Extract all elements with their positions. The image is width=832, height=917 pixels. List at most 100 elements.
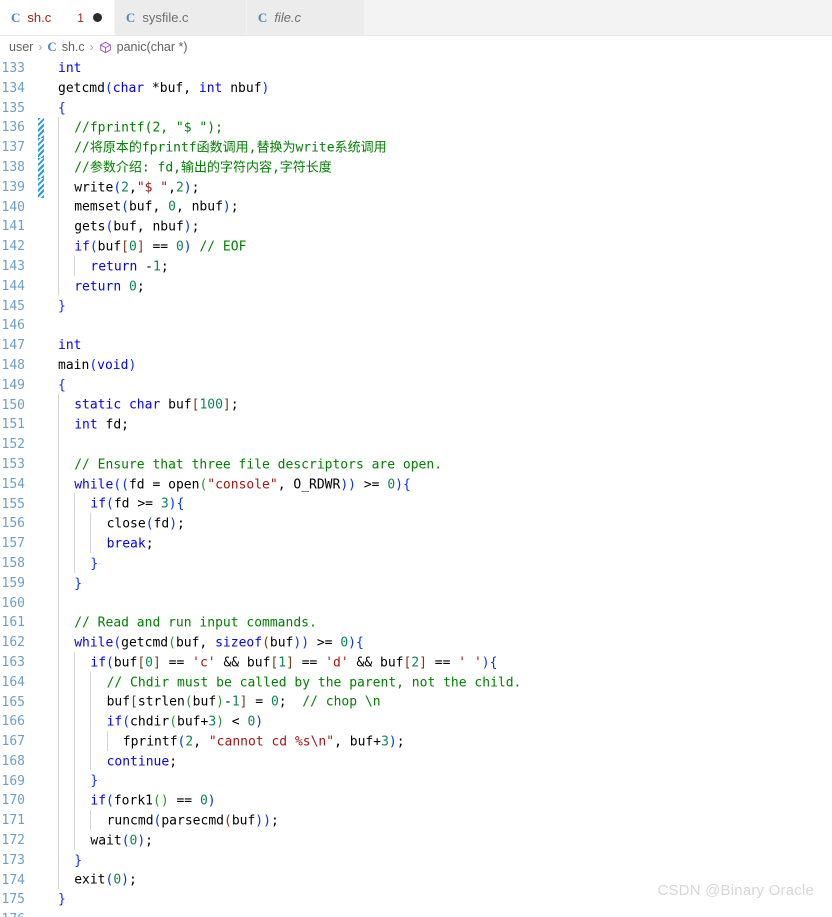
- code-token: open: [168, 476, 200, 492]
- code-line[interactable]: 162 while(getcmd(buf, sizeof(buf)) >= 0){: [0, 631, 832, 653]
- code-line[interactable]: 158}: [0, 552, 832, 574]
- code-line[interactable]: 167 fprintf(2, "cannot cd %s\n", buf+3);: [0, 730, 832, 752]
- code-line[interactable]: 149 {: [0, 376, 832, 396]
- tab-sysfile-c[interactable]: C sysfile.c: [114, 0, 247, 35]
- code-editor[interactable]: 133 int 134 getcmd(char *buf, int nbuf) 135{…: [0, 59, 832, 917]
- breadcrumb-item-symbol[interactable]: panic(char *): [99, 40, 188, 54]
- code-line[interactable]: 151 int fd;: [0, 414, 832, 435]
- code-token: ==: [426, 655, 459, 671]
- code-token: ==: [144, 239, 176, 255]
- line-number: 166: [1, 714, 25, 730]
- tab-file-c[interactable]: C file.c: [246, 0, 365, 35]
- code-line[interactable]: 142 if(buf[0] == 0) // EOF: [0, 235, 832, 257]
- code-token: ): [128, 357, 137, 373]
- indent-guide: [58, 631, 59, 652]
- code-token: chdir: [130, 714, 170, 730]
- code-text: close(fd);: [58, 513, 832, 534]
- code-token: 1: [278, 655, 287, 671]
- watermark: CSDN @Binary Oracle: [657, 882, 814, 899]
- code-line[interactable]: 157 break;: [0, 532, 832, 554]
- tab-dirty-indicator-icon[interactable]: [92, 13, 102, 22]
- code-line[interactable]: 147 int: [0, 336, 832, 356]
- code-token: buf: [113, 655, 138, 671]
- c-file-icon: C: [125, 9, 136, 25]
- breadcrumb-item-user[interactable]: user: [9, 40, 33, 54]
- code-line[interactable]: 148 main(void): [0, 356, 832, 376]
- code-line[interactable]: 137 //将原本的fprintf函数调用,替换为write系统调用: [0, 136, 832, 158]
- code-line[interactable]: 140 memset(buf, 0, nbuf);: [0, 196, 832, 218]
- code-token: (: [106, 496, 114, 512]
- code-line[interactable]: 133 int: [0, 59, 832, 79]
- code-text: }: [58, 297, 832, 317]
- code-line[interactable]: 154 while((fd = open("console", O_RDWR)) …: [0, 473, 832, 495]
- code-text: if(fd >= 3){: [58, 493, 832, 514]
- code-token: //将原本的fprintf函数调用,替换为write系统调用: [74, 140, 387, 156]
- code-token: (: [262, 635, 270, 651]
- code-line[interactable]: 144 return 0;: [0, 275, 832, 297]
- indent-guide: [90, 810, 92, 830]
- code-line[interactable]: 165 buf[strlen(buf)-1] = 0; // chop \n: [0, 691, 832, 713]
- code-line[interactable]: 146: [0, 316, 832, 336]
- code-line[interactable]: 172 wait(0);: [0, 829, 832, 851]
- code-token: 1: [231, 694, 240, 710]
- code-line[interactable]: 171 runcmd(parsecmd(buf));: [0, 810, 832, 831]
- code-token: gets: [74, 219, 106, 235]
- line-number: 168: [1, 753, 25, 769]
- change-bar: [38, 653, 44, 673]
- code-line[interactable]: 160: [0, 592, 832, 614]
- code-lines-container[interactable]: 133 int 134 getcmd(char *buf, int nbuf) 135{…: [0, 59, 832, 917]
- code-line[interactable]: 163 if(buf[0] == 'c' && buf[1] == 'd' && …: [0, 651, 832, 673]
- code-token: {: [489, 655, 498, 671]
- tab-sh-c[interactable]: C sh.c 1: [0, 0, 115, 35]
- code-token: ;: [191, 179, 200, 195]
- code-line[interactable]: 145}: [0, 297, 832, 317]
- code-token: ): [216, 714, 224, 730]
- code-text: int: [58, 336, 832, 356]
- code-line[interactable]: 169}: [0, 770, 832, 792]
- code-token: ): [169, 516, 178, 532]
- code-token: }: [58, 298, 66, 314]
- change-bar: [38, 336, 44, 356]
- code-line[interactable]: 164 // Chdir must be called by the parent…: [0, 671, 832, 693]
- code-line[interactable]: 173}: [0, 849, 832, 871]
- code-line[interactable]: 156 close(fd);: [0, 513, 832, 534]
- code-token: // EOF: [199, 239, 247, 255]
- change-bar: [38, 257, 44, 277]
- line-number: 160: [1, 595, 25, 611]
- code-line[interactable]: 139 write(2,"$ ",2);: [0, 176, 832, 198]
- code-line[interactable]: 135 {: [0, 99, 832, 119]
- code-line[interactable]: 168 continue;: [0, 750, 832, 772]
- code-line[interactable]: 138 //参数介绍: fd,输出的字符内容,字符长度: [0, 156, 832, 178]
- code-token: ): [261, 80, 270, 96]
- code-token: 3: [381, 734, 389, 750]
- code-line[interactable]: 166 if(chdir(buf+3) < 0): [0, 711, 832, 732]
- code-line[interactable]: 143 return -1;: [0, 255, 832, 277]
- breadcrumb-item-sh-c[interactable]: C sh.c: [47, 39, 84, 55]
- code-line[interactable]: 170 if(fork1() == 0): [0, 790, 832, 811]
- code-line[interactable]: 155 if(fd >= 3){: [0, 493, 832, 515]
- code-token: ,: [183, 80, 199, 96]
- code-text: //参数介绍: fd,输出的字符内容,字符长度: [58, 156, 832, 178]
- code-text: [58, 592, 832, 613]
- code-line[interactable]: 152: [0, 433, 832, 455]
- indent-guide: [90, 671, 92, 692]
- code-token: buf: [97, 239, 122, 255]
- code-token: //fprintf(2, "$ ");: [74, 120, 223, 136]
- code-token: , buf+: [334, 734, 382, 750]
- code-line[interactable]: 134 getcmd(char *buf, int nbuf): [0, 79, 832, 99]
- code-line[interactable]: 176: [0, 910, 832, 917]
- change-bar: [38, 514, 44, 534]
- code-line[interactable]: 153 // Ensure that three file descriptors…: [0, 453, 832, 475]
- code-token: 0: [168, 199, 176, 215]
- line-number: 172: [1, 833, 25, 849]
- code-token: buf: [269, 635, 294, 651]
- code-line[interactable]: 136 //fprintf(2, "$ ");: [0, 117, 832, 139]
- change-bar: [38, 376, 44, 396]
- indent-guide: [74, 829, 76, 850]
- code-token: 0: [270, 694, 279, 710]
- code-line[interactable]: 141 gets(buf, nbuf);: [0, 216, 832, 237]
- code-line[interactable]: 161 // Read and run input commands.: [0, 612, 832, 633]
- code-line[interactable]: 150 static char buf[100];: [0, 394, 832, 416]
- code-token: ((: [113, 476, 129, 492]
- code-line[interactable]: 159}: [0, 572, 832, 594]
